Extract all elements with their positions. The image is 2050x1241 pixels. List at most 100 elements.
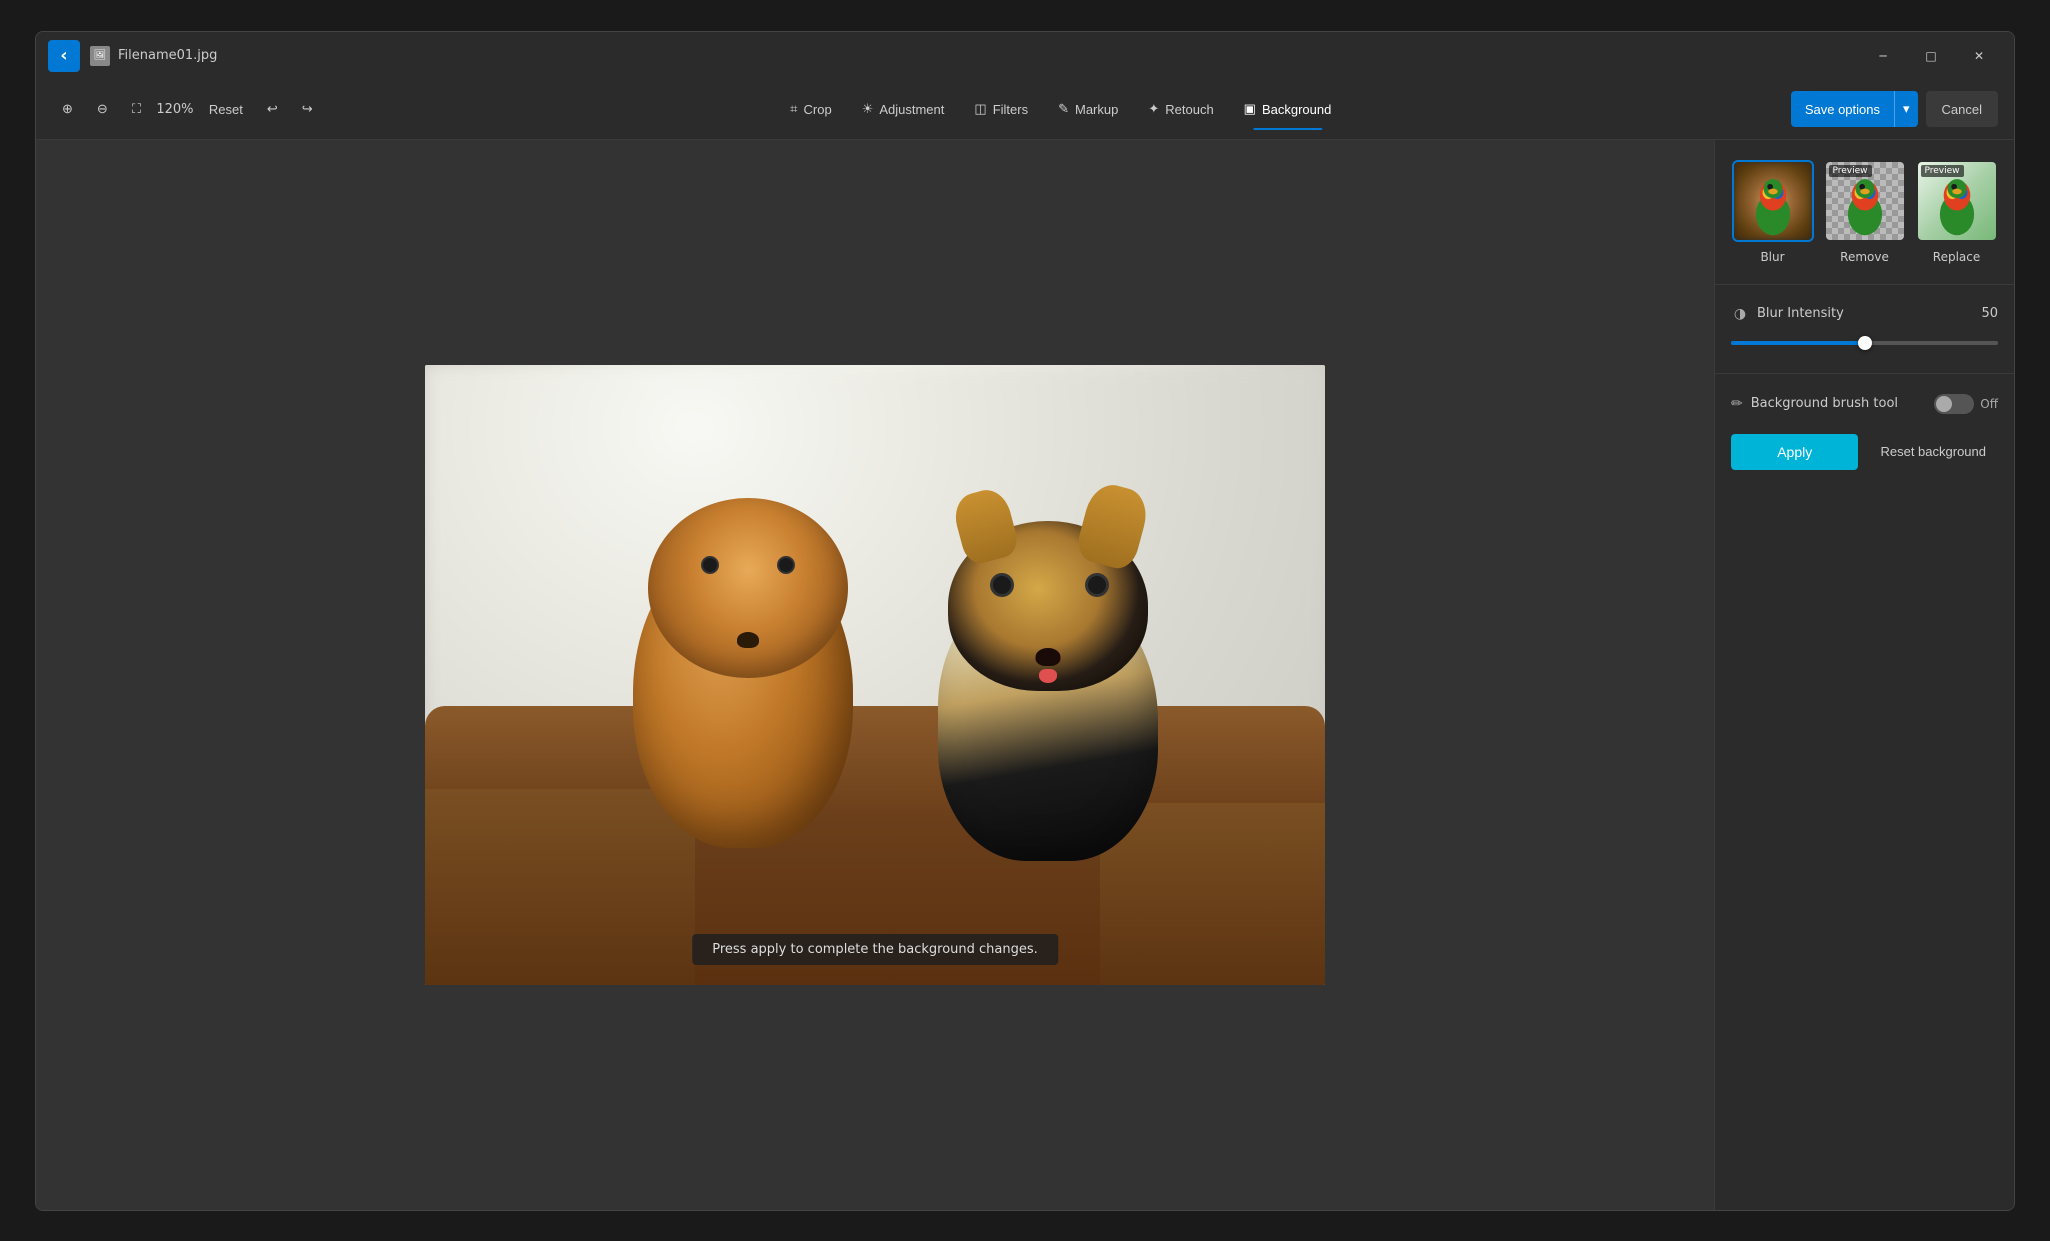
blur-mode-label: Blur — [1760, 250, 1784, 264]
panel-divider-1 — [1715, 284, 2014, 285]
maximize-button[interactable]: □ — [1908, 40, 1954, 72]
retouch-tool-button[interactable]: Retouch — [1134, 90, 1227, 128]
replace-mode-item[interactable]: Preview Replace — [1916, 160, 1998, 264]
markup-label: Markup — [1075, 102, 1118, 117]
blur-intensity-label: Blur Intensity — [1757, 306, 1965, 321]
markup-tool-button[interactable]: Markup — [1044, 90, 1132, 128]
crop-tool-button[interactable]: Crop — [776, 90, 846, 128]
dog-right-eye-left — [993, 576, 1011, 594]
minimize-button[interactable]: ─ — [1860, 40, 1906, 72]
toolbar-actions: Save options Cancel — [1791, 91, 1998, 127]
blur-mode-item[interactable]: Blur — [1732, 160, 1814, 264]
apply-button[interactable]: Apply — [1731, 434, 1858, 470]
background-tool-button[interactable]: Background — [1230, 90, 1346, 128]
remove-mode-item[interactable]: Preview Remove — [1824, 160, 1906, 264]
brush-tool-row: Background brush tool Off — [1731, 394, 1998, 414]
action-buttons: Apply Reset background — [1731, 434, 1998, 470]
dog-right — [933, 501, 1163, 861]
save-options-button[interactable]: Save options — [1791, 91, 1918, 127]
app-window: 🖼 Filename01.jpg ─ □ ✕ 1 — [35, 31, 2015, 1211]
reset-background-button[interactable]: Reset background — [1868, 434, 1998, 470]
toggle-row: Off — [1934, 394, 1998, 414]
blur-intensity-slider[interactable] — [1731, 333, 1998, 353]
blur-intensity-section: Blur Intensity 50 — [1731, 305, 1998, 353]
hint-text: Press apply to complete the background c… — [692, 934, 1058, 965]
tool-buttons: Crop Adjustment Filters Markup Retouch B… — [335, 90, 1787, 128]
retouch-label: Retouch — [1165, 102, 1213, 117]
blur-intensity-value: 50 — [1973, 306, 1998, 321]
retouch-icon — [1148, 101, 1159, 117]
toggle-state-label: Off — [1980, 397, 1998, 411]
dogs-scene — [425, 365, 1325, 985]
dog-left — [623, 468, 873, 848]
brush-tool-toggle[interactable] — [1934, 394, 1974, 414]
background-label: Background — [1262, 102, 1331, 117]
background-icon — [1244, 101, 1256, 117]
zoom-in-button[interactable] — [52, 93, 83, 125]
undo-icon — [267, 101, 278, 117]
brush-icon — [1731, 396, 1743, 412]
remove-mode-label: Remove — [1840, 250, 1889, 264]
brush-tool-label: Background brush tool — [1751, 396, 1927, 411]
zoom-controls: 120% Reset — [52, 93, 323, 125]
chevron-down-icon — [1903, 101, 1910, 117]
slider-fill — [1731, 341, 1865, 345]
adjustment-tool-button[interactable]: Adjustment — [848, 90, 959, 128]
cancel-label: Cancel — [1942, 102, 1982, 117]
window-controls: ─ □ ✕ — [1860, 40, 2002, 72]
blur-intensity-row: Blur Intensity 50 — [1731, 305, 1998, 323]
adjustment-label: Adjustment — [879, 102, 944, 117]
redo-icon — [302, 101, 313, 117]
dog-left-eye-left — [703, 558, 717, 572]
fit-button[interactable] — [122, 93, 151, 125]
toolbar: 120% Reset Crop Adjustment Filters — [36, 80, 2014, 140]
undo-button[interactable] — [257, 93, 288, 125]
dog-right-tongue — [1039, 669, 1057, 683]
blur-mode-thumb[interactable] — [1732, 160, 1814, 242]
close-button[interactable]: ✕ — [1956, 40, 2002, 72]
adjustment-icon — [862, 101, 874, 117]
right-panel: Blur Preview — [1714, 140, 2014, 1210]
filters-label: Filters — [993, 102, 1028, 117]
back-button[interactable] — [48, 40, 80, 72]
image-icon: 🖼 — [94, 50, 107, 61]
markup-icon — [1058, 101, 1069, 117]
dog-left-nose — [737, 632, 759, 648]
apply-label: Apply — [1777, 444, 1812, 460]
redo-button[interactable] — [292, 93, 323, 125]
dog-left-head — [648, 498, 848, 678]
maximize-icon: □ — [1925, 49, 1936, 63]
image-container: Press apply to complete the background c… — [425, 365, 1325, 985]
canvas-area: Press apply to complete the background c… — [36, 140, 1714, 1210]
cancel-button[interactable]: Cancel — [1926, 91, 1998, 127]
panel-divider-2 — [1715, 373, 2014, 374]
zoom-out-button[interactable] — [87, 93, 118, 125]
save-options-label: Save options — [1791, 91, 1895, 127]
filters-icon — [974, 101, 986, 117]
minimize-icon: ─ — [1879, 49, 1886, 63]
main-content: Press apply to complete the background c… — [36, 140, 2014, 1210]
background-modes: Blur Preview — [1731, 160, 1998, 264]
close-icon: ✕ — [1974, 49, 1984, 63]
dog-right-eye-right — [1088, 576, 1106, 594]
reset-zoom-button[interactable]: Reset — [199, 93, 253, 125]
dog-right-nose — [1036, 648, 1061, 666]
crop-icon — [790, 101, 797, 117]
main-image[interactable] — [425, 365, 1325, 985]
replace-mode-label: Replace — [1933, 250, 1980, 264]
circle-half-icon — [1734, 306, 1746, 322]
back-icon — [60, 45, 67, 66]
dog-left-eye-right — [779, 558, 793, 572]
zoom-in-icon — [62, 101, 73, 117]
remove-mode-thumb[interactable]: Preview — [1824, 160, 1906, 242]
toggle-knob — [1936, 396, 1952, 412]
file-icon: 🖼 — [90, 46, 110, 66]
reset-label: Reset — [209, 102, 243, 117]
reset-background-label: Reset background — [1880, 444, 1986, 459]
save-options-dropdown-icon[interactable] — [1895, 91, 1918, 127]
replace-mode-thumb[interactable]: Preview — [1916, 160, 1998, 242]
slider-thumb[interactable] — [1858, 336, 1872, 350]
fit-icon — [132, 101, 141, 117]
dog-right-head — [948, 521, 1148, 691]
filters-tool-button[interactable]: Filters — [960, 90, 1042, 128]
